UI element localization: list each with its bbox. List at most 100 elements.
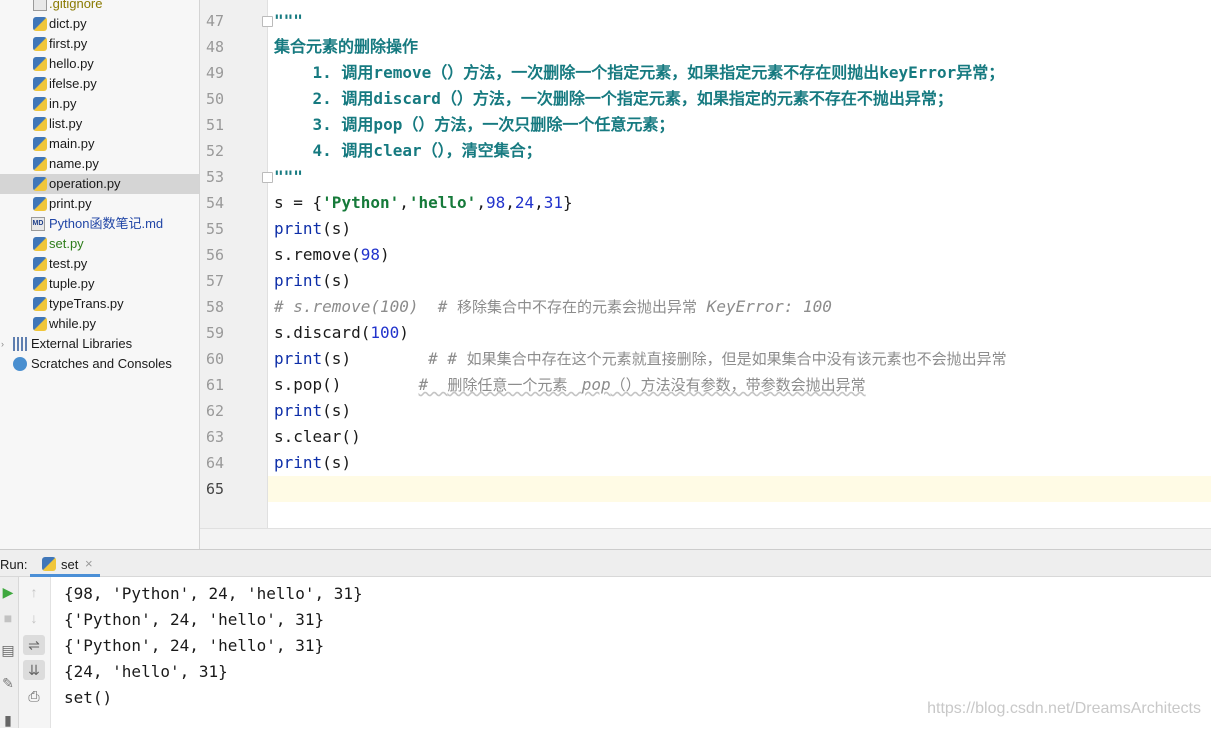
line-number: 57	[205, 272, 224, 290]
tree-item-scratches[interactable]: Scratches and Consoles	[0, 354, 199, 374]
python-file-icon	[33, 57, 47, 71]
code-line-50: 2. 调用discard（）方法，一次删除一个指定元素，如果指定的元素不存在不抛…	[274, 89, 953, 108]
line-number: 50	[205, 90, 224, 108]
close-icon[interactable]: ×	[85, 556, 93, 571]
comment: # #	[428, 349, 467, 368]
comment: 删除任意一个元素	[447, 376, 582, 394]
code-token: )	[399, 323, 409, 342]
tree-item-operation[interactable]: operation.py	[0, 174, 199, 194]
builtin-function: print	[274, 401, 323, 420]
soft-wrap-icon[interactable]: ⇌	[23, 635, 45, 655]
code-editor[interactable]: 47 48 49 50 51 52 53 54 55 56 57 58 59 6…	[200, 0, 1211, 528]
comment: 如果集合中存在这个元素就直接删除，但是如果集合中没有该元素也不会抛出异常	[466, 350, 1007, 368]
code-line-55: print(s)	[274, 216, 1211, 242]
code-token: ,	[476, 193, 486, 212]
code-line-61: s.pop() # 删除任意一个元素 pop（）方法没有参数，带参数会抛出异常	[274, 372, 1211, 398]
console-line: {24, 'hello', 31}	[64, 662, 228, 681]
tree-item-in[interactable]: in.py	[0, 94, 199, 114]
console-line: {'Python', 24, 'hello', 31}	[64, 610, 325, 629]
python-file-icon	[33, 17, 47, 31]
run-tab-set[interactable]: set ×	[30, 550, 100, 577]
layout-icon[interactable]: ▤	[0, 640, 19, 660]
tree-item-hello[interactable]: hello.py	[0, 54, 199, 74]
tree-item-while[interactable]: while.py	[0, 314, 199, 334]
tree-item-set[interactable]: set.py	[0, 234, 199, 254]
code-line-53: """	[274, 167, 303, 186]
comment: #	[418, 375, 448, 394]
run-toolbar-left: ▶ ■ ▤ ✎ ▮	[0, 577, 19, 728]
code-line-49: 1. 调用remove（）方法，一次删除一个指定元素，如果指定元素不存在则抛出k…	[274, 63, 1005, 82]
run-toolbar-right: ↑ ↓ ⇌ ⇊ ⎙	[19, 577, 51, 728]
code-line-59: s.discard(100)	[274, 320, 1211, 346]
chevron-right-icon[interactable]: ›	[1, 334, 4, 354]
line-number: 63	[205, 428, 224, 446]
tree-item-external-libraries[interactable]: › External Libraries	[0, 334, 199, 354]
tree-item-label: set.py	[49, 236, 84, 251]
code-token: s = {	[274, 193, 323, 212]
markdown-file-icon: MD	[31, 217, 45, 231]
python-file-icon	[33, 37, 47, 51]
run-tab-label: set	[61, 557, 79, 572]
python-file-icon	[33, 237, 47, 251]
tree-item-label: while.py	[49, 316, 96, 331]
tree-item-ifelse[interactable]: ifelse.py	[0, 74, 199, 94]
tree-item-typetrans[interactable]: typeTrans.py	[0, 294, 199, 314]
code-line-63: s.clear()	[274, 427, 361, 446]
tree-item-test[interactable]: test.py	[0, 254, 199, 274]
tree-item-gitignore[interactable]: .gitignore	[0, 0, 199, 14]
code-line-62: print(s)	[274, 398, 1211, 424]
tree-item-first[interactable]: first.py	[0, 34, 199, 54]
line-number: 58	[205, 298, 224, 316]
python-file-icon	[33, 317, 47, 331]
arrow-down-icon[interactable]: ↓	[23, 608, 45, 628]
tree-item-print[interactable]: print.py	[0, 194, 199, 214]
tree-item-python-notes[interactable]: MD Python函数笔记.md	[0, 214, 199, 234]
tree-item-label: Scratches and Consoles	[31, 356, 172, 371]
comment: 移除集合中不存在的元素会抛出异常	[457, 298, 698, 316]
code-line-52: 4. 调用clear（），清空集合；	[274, 141, 542, 160]
code-line-65-current[interactable]	[268, 476, 1211, 502]
builtin-function: print	[274, 271, 323, 290]
line-number: 49	[205, 64, 224, 82]
python-file-icon	[33, 277, 47, 291]
number-literal: 24	[514, 193, 535, 212]
tree-item-label: dict.py	[49, 16, 87, 31]
tree-item-main[interactable]: main.py	[0, 134, 199, 154]
tree-item-label: main.py	[49, 136, 95, 151]
arrow-up-icon[interactable]: ↑	[23, 582, 45, 602]
pin-icon[interactable]: ✎	[0, 673, 19, 693]
trash-icon[interactable]: ▮	[0, 710, 19, 730]
code-token: ,	[399, 193, 409, 212]
number-literal: 98	[360, 245, 380, 264]
python-file-icon	[33, 257, 47, 271]
scroll-to-end-icon[interactable]: ⇊	[23, 660, 45, 680]
tree-item-label: list.py	[49, 116, 83, 131]
tree-item-name[interactable]: name.py	[0, 154, 199, 174]
tree-item-list[interactable]: list.py	[0, 114, 199, 134]
tree-item-label: typeTrans.py	[49, 296, 124, 311]
library-icon	[13, 337, 27, 351]
line-number: 52	[205, 142, 224, 160]
python-file-icon	[33, 177, 47, 191]
rerun-button[interactable]: ▶	[0, 582, 19, 602]
tree-item-label: name.py	[49, 156, 99, 171]
builtin-function: print	[274, 219, 323, 238]
python-file-icon	[33, 77, 47, 91]
python-file-icon	[33, 97, 47, 111]
tree-item-tuple[interactable]: tuple.py	[0, 274, 199, 294]
tree-item-label: External Libraries	[31, 336, 133, 351]
tree-item-label: Python函数笔记.md	[49, 216, 164, 231]
print-icon[interactable]: ⎙	[23, 686, 45, 706]
stop-button[interactable]: ■	[0, 608, 19, 628]
fold-marker-icon[interactable]	[262, 16, 273, 27]
line-number-current: 65	[205, 480, 224, 498]
editor-horizontal-scrollbar[interactable]	[200, 528, 1211, 550]
tree-item-dict[interactable]: dict.py	[0, 14, 199, 34]
gitignore-file-icon	[33, 0, 47, 11]
comment: KeyError: 100	[697, 297, 832, 316]
fold-marker-icon[interactable]	[262, 172, 273, 183]
code-token: ,	[505, 193, 515, 212]
code-line-47: """	[274, 11, 303, 30]
code-token: }	[563, 193, 573, 212]
watermark: https://blog.csdn.net/DreamsArchitects	[927, 700, 1201, 717]
